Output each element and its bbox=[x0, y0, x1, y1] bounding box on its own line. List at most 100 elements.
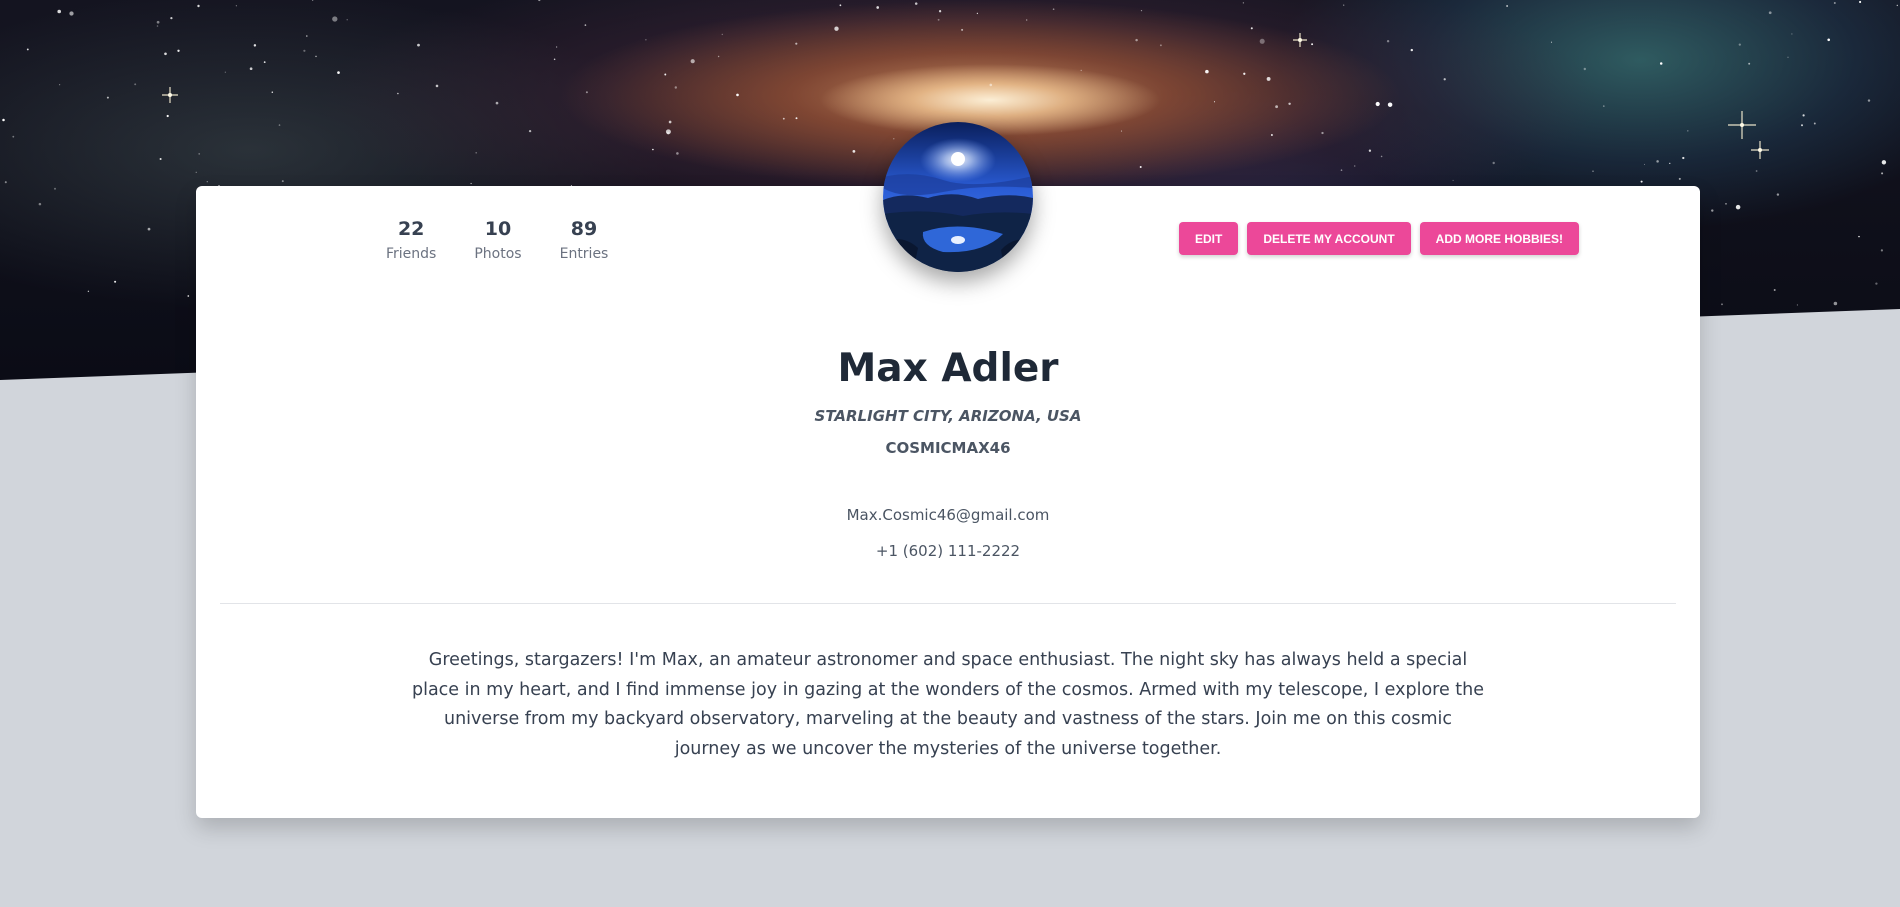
star bbox=[1711, 209, 1714, 212]
star bbox=[1656, 160, 1659, 163]
star bbox=[1288, 102, 1291, 106]
star bbox=[1452, 179, 1454, 181]
star bbox=[665, 129, 671, 135]
star bbox=[1380, 155, 1383, 158]
star bbox=[1275, 105, 1278, 109]
star bbox=[721, 33, 724, 36]
star bbox=[736, 93, 739, 97]
star bbox=[166, 114, 169, 118]
star bbox=[1386, 40, 1390, 43]
star bbox=[147, 227, 151, 231]
star bbox=[938, 10, 942, 13]
star bbox=[1880, 249, 1884, 252]
star bbox=[1768, 11, 1772, 15]
stat-photos[interactable]: 10 Photos bbox=[474, 216, 521, 264]
star bbox=[690, 59, 695, 64]
star bbox=[495, 101, 499, 105]
bright-star-core bbox=[1298, 38, 1302, 42]
star bbox=[839, 4, 842, 7]
star bbox=[1120, 130, 1123, 132]
star bbox=[224, 71, 226, 73]
star bbox=[1802, 114, 1805, 117]
star bbox=[852, 150, 856, 153]
profile-phone: +1 (602) 111-2222 bbox=[875, 542, 1021, 560]
profile-location: STARLIGHT CITY, ARIZONA, USA bbox=[814, 407, 1082, 425]
star bbox=[1135, 38, 1138, 42]
star bbox=[1242, 2, 1245, 4]
profile-bio: Greetings, stargazers! I'm Max, an amate… bbox=[411, 650, 1485, 759]
star bbox=[989, 83, 993, 87]
star bbox=[1896, 4, 1899, 7]
profile-name: Max Adler bbox=[837, 346, 1059, 391]
star bbox=[645, 39, 647, 41]
star bbox=[435, 84, 439, 88]
star bbox=[1643, 163, 1646, 165]
star bbox=[1881, 172, 1884, 175]
star bbox=[1755, 170, 1758, 172]
edit-button[interactable]: EDIT bbox=[1178, 222, 1239, 255]
star bbox=[114, 280, 117, 283]
bright-star-core bbox=[1758, 148, 1762, 152]
star bbox=[346, 19, 348, 21]
star bbox=[1375, 101, 1380, 107]
stat-entries[interactable]: 89 Entries bbox=[560, 216, 609, 264]
star bbox=[470, 182, 472, 185]
star bbox=[303, 49, 306, 52]
star bbox=[249, 67, 253, 71]
star bbox=[555, 46, 558, 48]
star bbox=[1583, 67, 1587, 71]
delete-account-button[interactable]: DELETE MY ACCOUNT bbox=[1247, 222, 1411, 255]
star bbox=[585, 91, 588, 94]
star bbox=[397, 92, 399, 95]
profile-username: COSMICMAX46 bbox=[885, 439, 1011, 457]
star bbox=[668, 120, 672, 124]
add-hobbies-button[interactable]: ADD MORE HOBBIES! bbox=[1419, 222, 1579, 255]
star bbox=[306, 35, 308, 37]
star bbox=[717, 55, 720, 58]
night-sky-moon-avatar bbox=[883, 122, 1033, 272]
stat-friends[interactable]: 22 Friends bbox=[386, 216, 436, 264]
star bbox=[1776, 193, 1780, 196]
star bbox=[937, 18, 940, 21]
star bbox=[206, 181, 208, 183]
avatar[interactable] bbox=[883, 122, 1033, 272]
star bbox=[1506, 5, 1508, 7]
star bbox=[1875, 282, 1878, 285]
star bbox=[198, 153, 201, 155]
star bbox=[187, 295, 190, 297]
star bbox=[1139, 166, 1142, 168]
star bbox=[782, 117, 785, 120]
star bbox=[676, 152, 679, 155]
star bbox=[553, 58, 556, 61]
star bbox=[12, 135, 15, 138]
star bbox=[1410, 48, 1413, 52]
star bbox=[235, 5, 237, 7]
star bbox=[1492, 161, 1495, 165]
star bbox=[1205, 69, 1209, 74]
star bbox=[1080, 69, 1082, 72]
star bbox=[1343, 4, 1345, 6]
star bbox=[1735, 204, 1741, 210]
star bbox=[1859, 0, 1862, 4]
star bbox=[1682, 156, 1685, 160]
stat-photos-label: Photos bbox=[474, 246, 522, 262]
star bbox=[263, 61, 266, 63]
star bbox=[1354, 165, 1356, 167]
stat-photos-value: 10 bbox=[484, 218, 512, 240]
star bbox=[337, 71, 340, 74]
star bbox=[1368, 149, 1372, 152]
profile-email: Max.Cosmic46@gmail.com bbox=[846, 506, 1050, 524]
star bbox=[834, 26, 839, 31]
star bbox=[1773, 289, 1776, 291]
star bbox=[106, 96, 109, 99]
stat-friends-value: 22 bbox=[397, 218, 425, 240]
star bbox=[1259, 38, 1265, 44]
star bbox=[1387, 102, 1393, 107]
star bbox=[1796, 304, 1798, 306]
star bbox=[976, 12, 979, 15]
star bbox=[1867, 99, 1871, 102]
star bbox=[59, 84, 61, 86]
star bbox=[1678, 177, 1681, 180]
star bbox=[156, 25, 159, 27]
star bbox=[1791, 33, 1793, 35]
